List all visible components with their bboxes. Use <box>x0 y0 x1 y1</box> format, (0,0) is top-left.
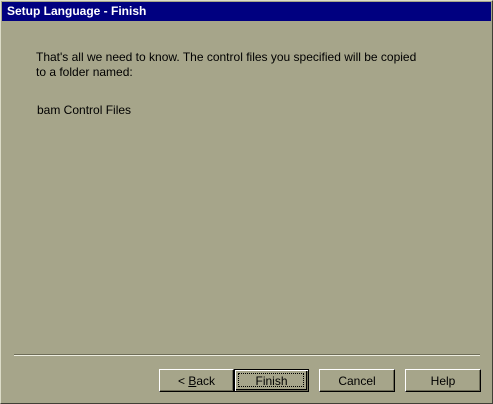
message-line-2: to a folder named: <box>36 65 133 79</box>
button-separator <box>14 354 480 356</box>
message-line-1: That's all we need to know. The control … <box>36 50 417 64</box>
back-button-rest: ack <box>196 373 216 388</box>
help-button-label: Help <box>430 373 456 388</box>
dialog-title-bar[interactable]: Setup Language - Finish <box>2 2 491 21</box>
cancel-button[interactable]: Cancel <box>319 369 395 392</box>
dialog-title: Setup Language - Finish <box>7 4 147 18</box>
cancel-button-label: Cancel <box>338 373 376 388</box>
finish-button-label: Finish <box>255 373 288 388</box>
setup-language-finish-dialog: Setup Language - Finish That's all we ne… <box>0 0 493 404</box>
back-button[interactable]: < Back <box>159 369 234 392</box>
help-button[interactable]: Help <box>405 369 481 392</box>
finish-button[interactable]: Finish <box>234 369 309 392</box>
folder-name-text: bam Control Files <box>37 103 132 117</box>
back-button-prefix: < <box>177 373 189 388</box>
finish-message: That's all we need to know. The control … <box>36 50 456 118</box>
